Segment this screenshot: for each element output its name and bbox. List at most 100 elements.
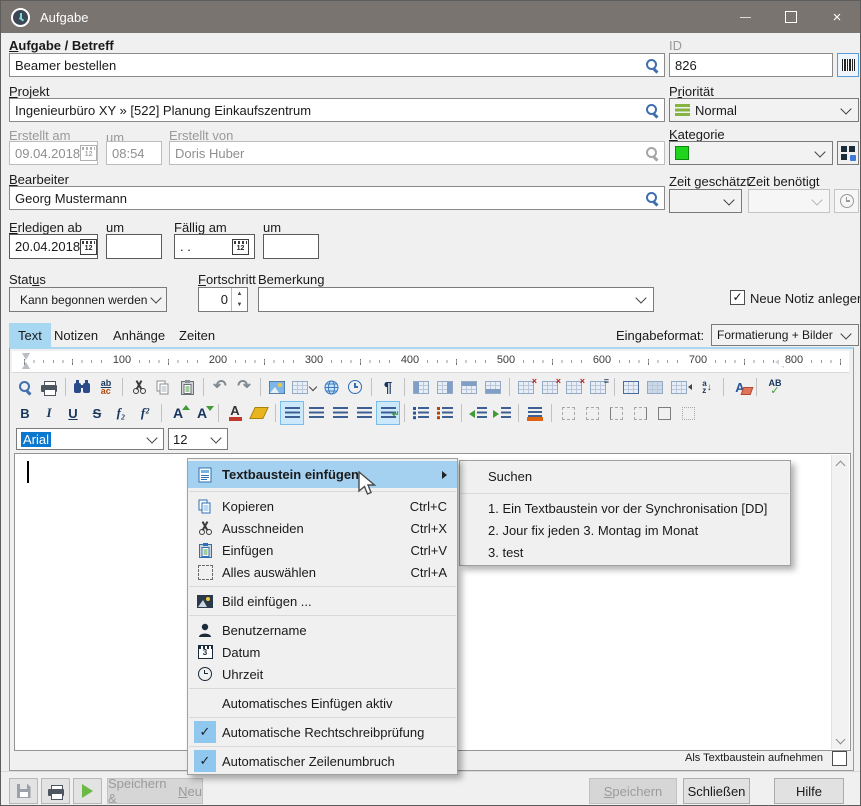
status-dropdown[interactable]: Kann begonnen werden: [9, 287, 167, 312]
bold-button[interactable]: B: [14, 402, 36, 424]
highlight-button[interactable]: [248, 402, 270, 424]
start-date-input[interactable]: 20.04.2018: [9, 234, 98, 259]
superscript-button[interactable]: f²: [134, 402, 156, 424]
due-time-input[interactable]: [263, 234, 319, 259]
delete-row-button[interactable]: ×: [539, 376, 561, 398]
subject-input[interactable]: Beamer bestellen: [9, 53, 665, 77]
calendar-icon[interactable]: [80, 239, 97, 255]
insert-link-button[interactable]: [320, 376, 342, 398]
record-snippet-checkbox[interactable]: [832, 751, 847, 766]
search-icon[interactable]: [645, 103, 659, 117]
border-inner-button[interactable]: [677, 402, 699, 424]
font-color-button[interactable]: A: [224, 402, 246, 424]
replace-button[interactable]: abac: [95, 376, 117, 398]
insert-row-above-button[interactable]: [458, 376, 480, 398]
delete-column-button[interactable]: ×: [515, 376, 537, 398]
new-note-checkbox[interactable]: ✓: [730, 290, 745, 305]
font-name-combobox[interactable]: Arial: [16, 428, 164, 450]
paragraph-background-button[interactable]: [524, 402, 546, 424]
find-button[interactable]: [71, 376, 93, 398]
ruler[interactable]: 100 200 300 400 500 600 700 800: [12, 351, 849, 373]
word-wrap-button[interactable]: ↵: [377, 402, 399, 424]
sort-button[interactable]: az↓: [696, 376, 718, 398]
menu-item-auto-spellcheck[interactable]: ✓ Automatische Rechtschreibprüfung: [188, 721, 457, 743]
menu-item-username[interactable]: Benutzername: [188, 619, 457, 641]
menu-item-insert-snippet[interactable]: Textbaustein einfügen: [188, 461, 457, 488]
insert-column-left-button[interactable]: [410, 376, 432, 398]
border-left-button[interactable]: [605, 402, 627, 424]
search-icon[interactable]: [645, 58, 659, 72]
time-estimated-dropdown[interactable]: [669, 189, 742, 213]
zoom-button[interactable]: [14, 376, 36, 398]
align-left-button[interactable]: [281, 402, 303, 424]
increase-indent-button[interactable]: [491, 402, 513, 424]
close-button[interactable]: ×: [814, 1, 860, 33]
category-dropdown[interactable]: [669, 141, 833, 165]
progress-spinner[interactable]: 0 ▲▼: [198, 287, 248, 312]
align-justify-button[interactable]: [353, 402, 375, 424]
menu-item-time[interactable]: Uhrzeit: [188, 663, 457, 685]
spellcheck-button[interactable]: AB✓: [762, 376, 788, 398]
submenu-item-snippet-1[interactable]: 1. Ein Textbaustein vor der Synchronisat…: [460, 497, 790, 519]
undo-button[interactable]: ↶: [209, 376, 231, 398]
scroll-up-button[interactable]: [832, 455, 849, 472]
tab-zeiten[interactable]: Zeiten: [170, 323, 224, 347]
search-icon[interactable]: [645, 191, 659, 205]
spin-down-icon[interactable]: ▼: [232, 300, 247, 312]
numbered-list-button[interactable]: [434, 402, 456, 424]
menu-item-date[interactable]: Datum: [188, 641, 457, 663]
tab-notizen[interactable]: Notizen: [45, 323, 107, 347]
bullet-list-button[interactable]: [410, 402, 432, 424]
merge-cells-button[interactable]: [668, 376, 694, 398]
copy-button[interactable]: [152, 376, 174, 398]
priority-dropdown[interactable]: Normal: [669, 98, 859, 122]
border-right-button[interactable]: [629, 402, 651, 424]
spinner-buttons[interactable]: ▲▼: [231, 288, 247, 311]
insert-column-right-button[interactable]: [434, 376, 456, 398]
print-icon-button[interactable]: [41, 778, 70, 804]
border-outer-button[interactable]: [581, 402, 603, 424]
strikethrough-button[interactable]: S: [86, 402, 108, 424]
submenu-item-snippet-2[interactable]: 2. Jour fix jeden 3. Montag im Monat: [460, 519, 790, 541]
pilcrow-button[interactable]: ¶: [377, 376, 399, 398]
decrease-indent-button[interactable]: [467, 402, 489, 424]
scroll-down-button[interactable]: [832, 732, 849, 749]
underline-button[interactable]: U: [62, 402, 84, 424]
border-all-button[interactable]: [653, 402, 675, 424]
submenu-item-snippet-3[interactable]: 3. test: [460, 541, 790, 563]
indent-marker-icon[interactable]: [22, 353, 31, 369]
input-format-dropdown[interactable]: Formatierung + Bilder: [711, 324, 859, 346]
minimize-button[interactable]: [722, 1, 768, 33]
menu-item-auto-insert[interactable]: Automatisches Einfügen aktiv: [188, 692, 457, 714]
barcode-button[interactable]: [837, 53, 859, 77]
vertical-scrollbar[interactable]: [831, 455, 849, 749]
run-icon-button[interactable]: [73, 778, 102, 804]
grow-font-button[interactable]: A: [167, 402, 189, 424]
menu-item-cut[interactable]: AusschneidenCtrl+X: [188, 517, 457, 539]
clear-formatting-button[interactable]: A: [729, 376, 751, 398]
id-input[interactable]: 826: [669, 53, 833, 77]
insert-image-button[interactable]: [266, 376, 288, 398]
align-right-button[interactable]: [329, 402, 351, 424]
help-button[interactable]: Hilfe: [774, 778, 844, 804]
insert-time-button[interactable]: [344, 376, 366, 398]
maximize-button[interactable]: [768, 1, 814, 33]
table-shading-button[interactable]: [644, 376, 666, 398]
border-none-button[interactable]: [557, 402, 579, 424]
calendar-icon[interactable]: [232, 239, 249, 255]
close-window-button[interactable]: Schließen: [683, 778, 750, 804]
due-date-input[interactable]: . .: [174, 234, 255, 259]
category-picker-button[interactable]: [837, 141, 859, 165]
print-button[interactable]: [38, 376, 60, 398]
assignee-input[interactable]: Georg Mustermann: [9, 186, 665, 210]
split-cell-button[interactable]: ≡: [587, 376, 609, 398]
menu-item-paste[interactable]: EinfügenCtrl+V: [188, 539, 457, 561]
align-center-button[interactable]: [305, 402, 327, 424]
insert-row-below-button[interactable]: [482, 376, 504, 398]
cut-button[interactable]: [128, 376, 150, 398]
submenu-item-search[interactable]: Suchen: [460, 463, 790, 490]
menu-item-insert-image[interactable]: Bild einfügen ...: [188, 590, 457, 612]
insert-table-button[interactable]: [290, 376, 318, 398]
menu-item-copy[interactable]: KopierenCtrl+C: [188, 495, 457, 517]
remark-combobox[interactable]: [258, 287, 654, 312]
